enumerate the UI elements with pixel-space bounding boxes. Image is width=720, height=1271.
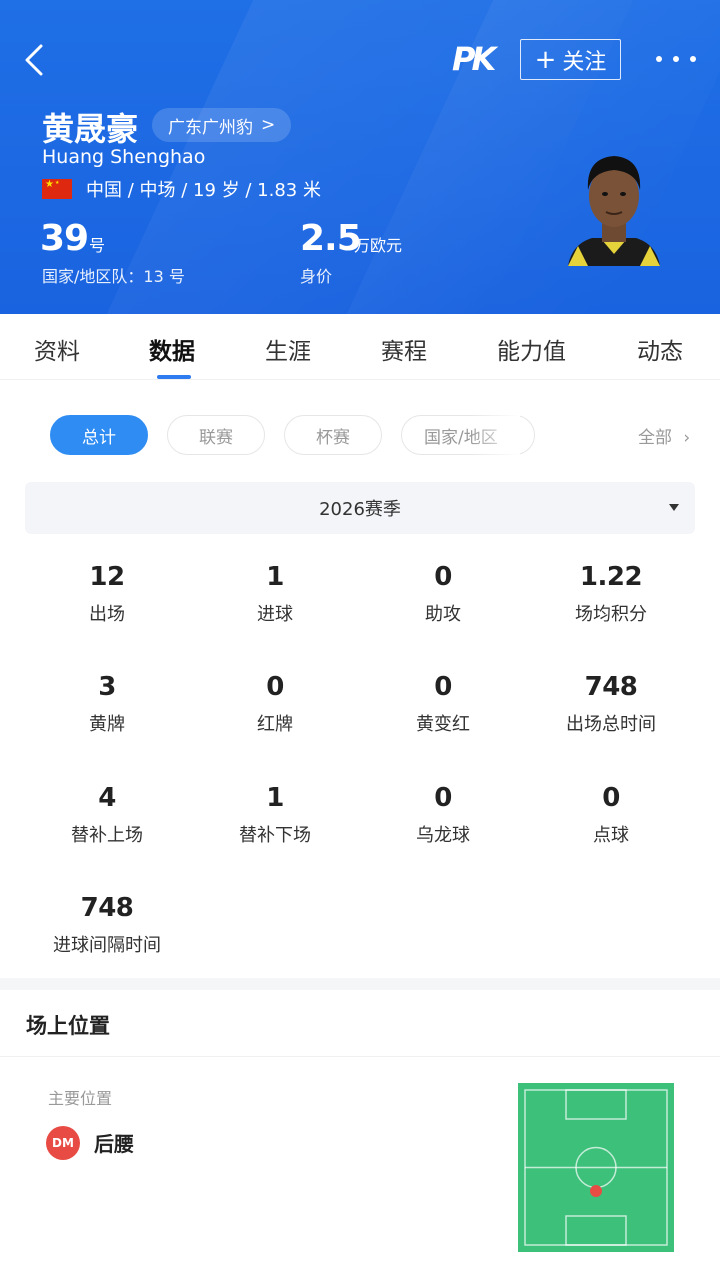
back-button[interactable] [14,38,54,82]
stat-value: 0 [266,672,284,702]
player-bio: 中国 / 中场 / 19 岁 / 1.83 米 [86,180,321,201]
tab-schedule[interactable]: 赛程 [381,332,427,366]
stat-value: 0 [434,783,452,813]
active-tab-indicator [157,375,191,379]
stat-label: 替补上场 [71,825,143,846]
all-filters-link[interactable]: 全部 › [638,423,690,448]
filter-cup[interactable]: 杯赛 [284,415,382,455]
stat-value: 1.22 [579,562,643,592]
stat-item: 0 黄变红 [359,672,527,736]
stat-value: 748 [80,893,134,923]
team-link[interactable]: 广东广州豹 > [152,108,292,142]
position-badge: DM [46,1126,80,1160]
tab-bar: 资料 数据 生涯 赛程 能力值 动态 [0,314,720,380]
stat-label: 红牌 [257,714,293,735]
pitch-diagram [518,1083,674,1252]
stat-item: 0 乌龙球 [359,783,527,847]
stat-item: 1 替补下场 [191,783,359,847]
stat-value: 0 [434,562,452,592]
filter-total[interactable]: 总计 [50,415,148,455]
stat-label: 进球 [257,604,293,625]
stat-value: 1 [266,562,284,592]
stat-item: 12 出场 [23,562,191,626]
stat-item: 748 进球间隔时间 [23,893,191,957]
position-section-title: 场上位置 [26,1014,110,1038]
stat-label: 替补下场 [239,825,311,846]
stat-value: 748 [584,672,638,702]
player-avatar [568,156,660,266]
player-header: PK + 关注 黄晟豪 广东广州豹 > Huang Shenghao ★ ★ 中国… [0,0,720,314]
stat-item: 0 助攻 [359,562,527,626]
stat-value: 4 [98,783,116,813]
follow-label: 关注 [562,49,607,75]
shirt-number: 39 [40,218,89,259]
stat-label: 乌龙球 [416,825,470,846]
team-name: 广东广州豹 [168,117,253,138]
stat-label: 场均积分 [575,604,647,625]
stat-item: 0 点球 [527,783,695,847]
tab-news[interactable]: 动态 [637,332,683,366]
stat-item: 4 替补上场 [23,783,191,847]
tab-career[interactable]: 生涯 [265,332,311,366]
filter-league[interactable]: 联赛 [167,415,265,455]
chevron-right-icon: > [261,115,276,135]
main-position-label: 主要位置 [48,1089,113,1108]
section-divider [0,978,720,990]
season-select[interactable]: 2026赛季 [25,482,695,534]
more-icon[interactable] [656,44,696,74]
shirt-number-unit: 号 [89,236,106,255]
player-name-english: Huang Shenghao [42,146,206,168]
follow-button[interactable]: + 关注 [520,39,621,80]
stat-item: 1 进球 [191,562,359,626]
stat-label: 黄牌 [89,714,125,735]
china-flag-icon: ★ ★ [42,179,72,199]
stat-label: 点球 [593,825,629,846]
stat-label: 出场 [89,604,125,625]
stat-value: 12 [89,562,125,592]
stat-value: 1 [266,783,284,813]
stat-item: 1.22 场均积分 [527,562,695,626]
tab-ability[interactable]: 能力值 [497,332,566,366]
stat-item: 3 黄牌 [23,672,191,736]
market-value-label: 身价 [300,267,333,286]
stat-label: 黄变红 [416,714,470,735]
market-value-unit: 万欧元 [354,236,403,255]
stat-item: 748 出场总时间 [527,672,695,736]
stat-label: 进球间隔时间 [53,935,161,956]
stat-value: 0 [434,672,452,702]
tab-profile[interactable]: 资料 [34,332,80,366]
stat-value: 3 [98,672,116,702]
all-filters-label: 全部 [638,428,672,448]
caret-down-icon [669,504,679,511]
player-page: PK + 关注 黄晟豪 广东广州豹 > Huang Shenghao ★ ★ 中国… [0,0,720,1271]
player-position-marker [590,1185,602,1197]
chips-fade [470,412,520,458]
stat-label: 出场总时间 [566,714,656,735]
stat-item: 0 红牌 [191,672,359,736]
stat-label: 助攻 [425,604,461,625]
tab-stats[interactable]: 数据 [149,332,195,366]
pk-compare-button[interactable]: PK [452,40,496,78]
chevron-right-icon: › [683,428,691,448]
chevron-left-icon [25,44,43,76]
player-name: 黄晟豪 [42,110,139,148]
position-name: 后腰 [94,1132,134,1156]
season-value: 2026赛季 [319,499,401,520]
plus-icon: + [534,44,557,75]
section-line [0,1056,720,1057]
stat-value: 0 [602,783,620,813]
national-team-number: 国家/地区队：13 号 [42,267,185,286]
market-value: 2.5 [300,218,362,259]
